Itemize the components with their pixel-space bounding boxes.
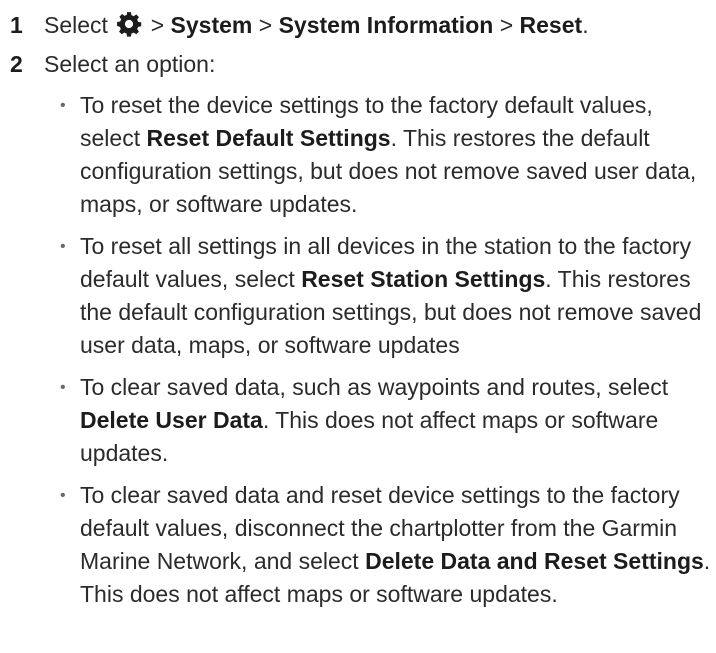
menu-system: System (170, 12, 253, 38)
step-number: 2 (10, 51, 23, 77)
list-item: • To reset all settings in all devices i… (44, 230, 716, 362)
select-word: Select (44, 12, 108, 38)
gear-icon (117, 12, 142, 37)
breadcrumb-separator: > (258, 12, 273, 38)
step-number: 1 (10, 12, 23, 38)
option-list: • To reset the device settings to the fa… (44, 89, 716, 611)
step-text: Select an option: (44, 51, 216, 77)
option-label: Reset Station Settings (301, 266, 546, 292)
option-label: Delete Data and Reset Settings (365, 548, 704, 574)
menu-reset: Reset (519, 12, 583, 38)
list-item: • To reset the device settings to the fa… (44, 89, 716, 221)
breadcrumb-separator: > (150, 12, 165, 38)
menu-system-information: System Information (278, 12, 494, 38)
period: . (582, 12, 589, 38)
list-item: • To clear saved data, such as waypoints… (44, 371, 716, 470)
bullet: • (60, 238, 66, 255)
document: 1 Select > System > System Information >… (0, 0, 716, 653)
step-1: 1 Select > System > System Information >… (0, 0, 716, 42)
bullet: • (60, 487, 66, 504)
option-label: Delete User Data (80, 407, 263, 433)
option-text: To clear saved data, such as waypoints a… (80, 374, 669, 400)
option-label: Reset Default Settings (146, 125, 391, 151)
step-2: 2 Select an option: • To reset the devic… (0, 42, 716, 611)
bullet: • (60, 379, 66, 396)
list-item: • To clear saved data and reset device s… (44, 479, 716, 611)
breadcrumb-separator: > (499, 12, 514, 38)
bullet: • (60, 97, 66, 114)
step-text: Select > System > System Information > R… (44, 12, 589, 38)
